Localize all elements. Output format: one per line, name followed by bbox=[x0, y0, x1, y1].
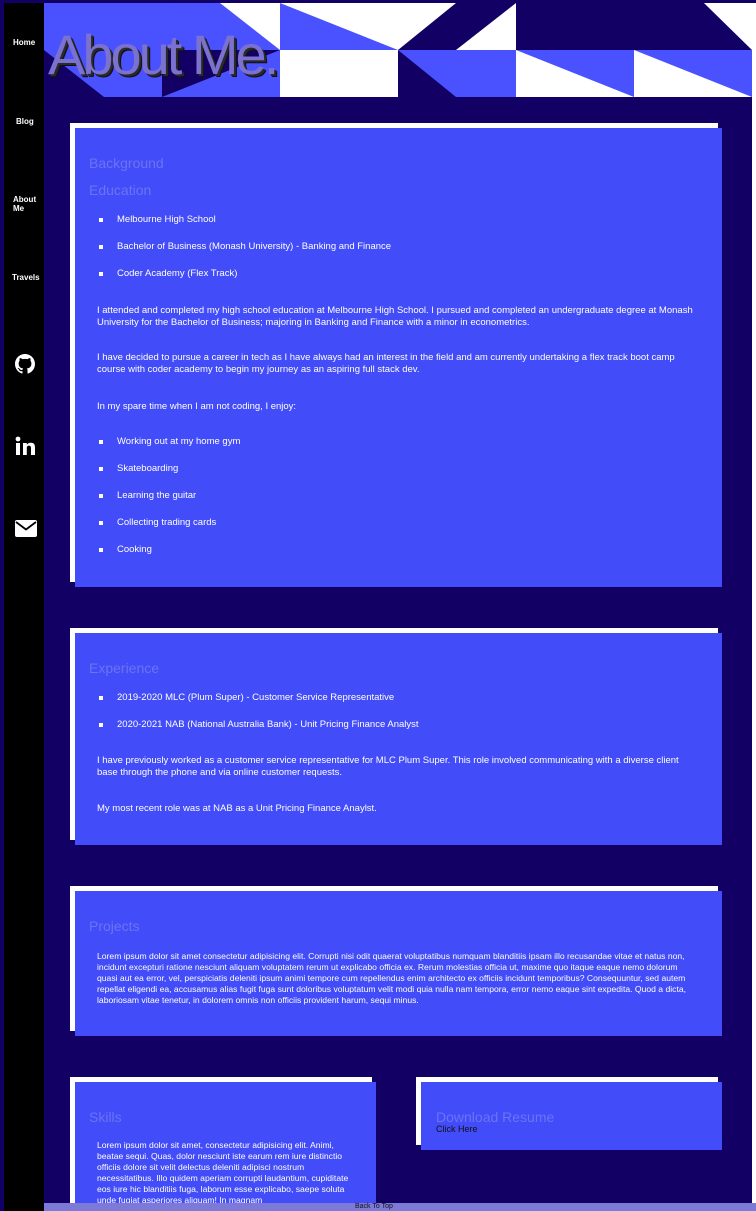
list-item: Melbourne High School bbox=[99, 214, 216, 225]
section-heading: Experience bbox=[89, 660, 160, 676]
list-item: Cooking bbox=[99, 544, 152, 555]
paragraph: My most recent role was at NAB as a Unit… bbox=[97, 803, 377, 814]
paragraph: Lorem ipsum dolor sit amet consectetur a… bbox=[97, 951, 687, 1005]
download-resume-link[interactable]: Click Here bbox=[436, 1124, 478, 1134]
paragraph: In my spare time when I am not coding, I… bbox=[97, 401, 297, 412]
paragraph: I have previously worked as a customer s… bbox=[97, 755, 679, 778]
section-heading: Background bbox=[89, 155, 164, 171]
section-heading: Projects bbox=[89, 918, 140, 934]
list-item: Skateboarding bbox=[98, 463, 179, 474]
paragraph: Lorem ipsum dolor sit amet, consectetur … bbox=[97, 1140, 349, 1205]
list-item: Bachelor of Business (Monash University)… bbox=[98, 241, 392, 252]
section-heading: Skills bbox=[89, 1109, 122, 1125]
list-item: Learning the guitar bbox=[98, 490, 197, 501]
nav-home-link[interactable]: Home bbox=[13, 38, 43, 47]
skills-section: Skills Lorem ipsum dolor sit amet, conse… bbox=[75, 1082, 376, 1211]
background-section: Background Education Melbourne High Scho… bbox=[75, 128, 722, 587]
section-heading: Download Resume bbox=[436, 1109, 555, 1125]
resume-section: Download Resume Click Here bbox=[421, 1082, 722, 1150]
projects-section: Projects Lorem ipsum dolor sit amet cons… bbox=[75, 891, 722, 1036]
envelope-icon[interactable] bbox=[15, 520, 37, 542]
back-to-top-link[interactable]: Back To Top bbox=[355, 1203, 393, 1211]
list-item: Collecting trading cards bbox=[98, 517, 217, 528]
list-item: 2019-2020 MLC (Plum Super) - Customer Se… bbox=[98, 692, 395, 703]
nav-travels-link[interactable]: Travels bbox=[12, 273, 42, 282]
hero-banner: About Me. bbox=[44, 3, 752, 97]
paragraph: I attended and completed my high school … bbox=[97, 305, 693, 328]
linkedin-icon[interactable] bbox=[15, 436, 36, 461]
page-edge bbox=[752, 3, 756, 1211]
nav-about-link[interactable]: About Me bbox=[13, 195, 43, 213]
paragraph: I have decided to pursue a career in tec… bbox=[97, 352, 675, 375]
list-item: 2020-2021 NAB (National Australia Bank) … bbox=[99, 719, 419, 730]
experience-section: Experience 2019-2020 MLC (Plum Super) - … bbox=[75, 633, 722, 845]
footer-bar: Back To Top bbox=[44, 1203, 756, 1211]
page-title: About Me. bbox=[48, 23, 279, 86]
github-icon[interactable] bbox=[15, 354, 35, 379]
sidebar-nav: Home Blog About Me Travels bbox=[4, 3, 44, 1211]
list-item: Working out at my home gym bbox=[98, 436, 241, 447]
page: Home Blog About Me Travels About Me. Bac… bbox=[0, 0, 756, 1211]
nav-blog-link[interactable]: Blog bbox=[16, 117, 46, 126]
section-subheading: Education bbox=[89, 182, 152, 198]
list-item: Coder Academy (Flex Track) bbox=[98, 268, 238, 279]
